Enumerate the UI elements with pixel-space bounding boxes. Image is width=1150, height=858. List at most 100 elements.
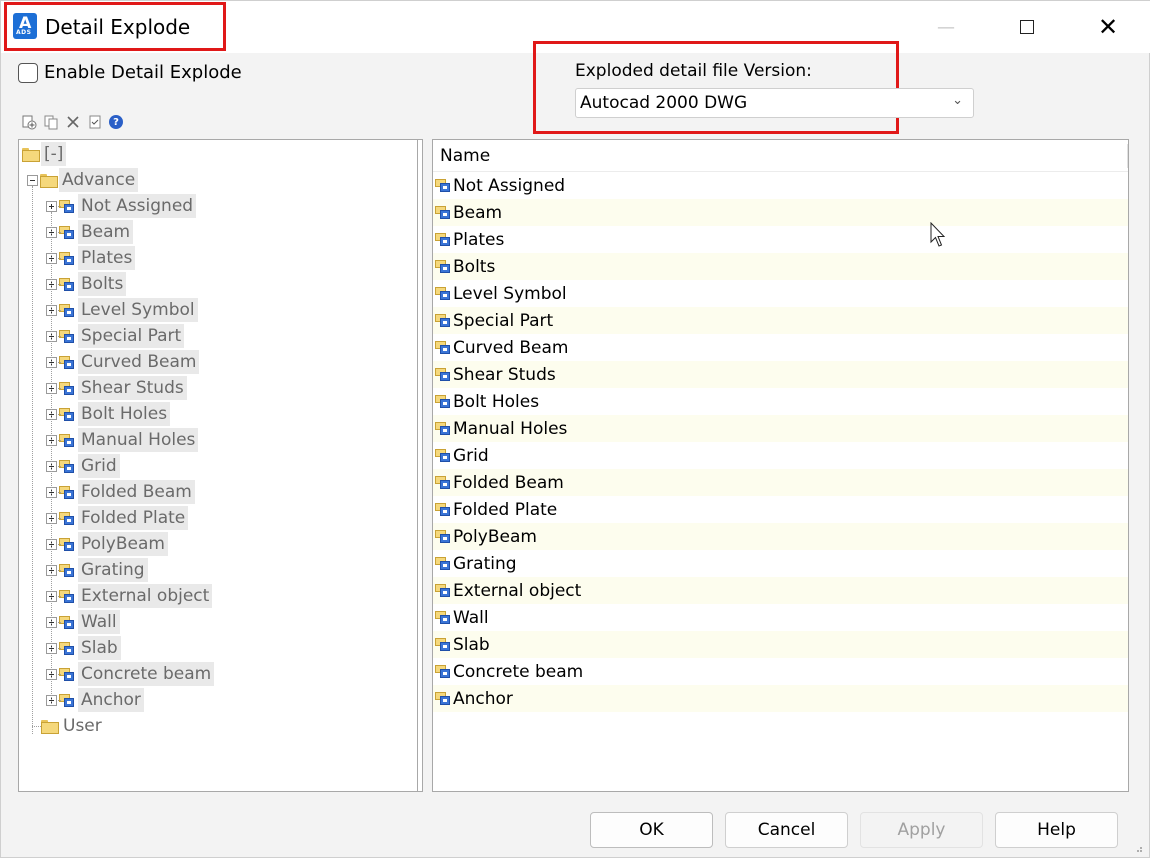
tree-node-item[interactable]: Folded Plate <box>46 506 189 530</box>
app-icon: A ADS <box>13 13 37 39</box>
list-item[interactable]: Plates <box>433 226 1128 253</box>
list-item[interactable]: Anchor <box>433 685 1128 712</box>
maximize-icon <box>1020 20 1034 34</box>
collapse-icon[interactable] <box>27 174 38 186</box>
detail-type-icon <box>59 667 75 682</box>
tree-node-item[interactable]: Bolt Holes <box>46 402 171 426</box>
list-item[interactable]: Shear Studs <box>433 361 1128 388</box>
tree-node-item[interactable]: Concrete beam <box>46 662 215 686</box>
tree-connector <box>58 362 61 363</box>
list-item[interactable]: Manual Holes <box>433 415 1128 442</box>
category-tree[interactable]: [-] Advance Not Assigned Beam Plates Bolts Lev… <box>18 139 423 792</box>
tree-connector <box>58 518 61 519</box>
list-item-label: Shear Studs <box>453 364 556 385</box>
list-item-label: Special Part <box>453 310 554 331</box>
tree-node-item[interactable]: Curved Beam <box>46 350 200 374</box>
list-item-label: Slab <box>453 634 490 655</box>
cancel-button[interactable]: Cancel <box>725 812 848 848</box>
help-button[interactable]: Help <box>995 812 1118 848</box>
tree-connector <box>58 388 61 389</box>
detail-type-icon <box>435 421 451 436</box>
enable-detail-explode-checkbox[interactable] <box>18 62 38 83</box>
apply-button[interactable]: Apply <box>860 812 983 848</box>
list-item[interactable]: Slab <box>433 631 1128 658</box>
copy-icon[interactable] <box>43 114 59 130</box>
delete-icon[interactable] <box>65 114 81 130</box>
list-item-label: PolyBeam <box>453 526 537 547</box>
detail-type-icon <box>435 583 451 598</box>
tree-node-root[interactable]: [-] <box>22 142 67 166</box>
detail-type-icon <box>59 407 75 422</box>
tree-node-item[interactable]: Folded Beam <box>46 480 195 504</box>
detail-type-icon <box>435 664 451 679</box>
detail-type-icon <box>435 367 451 382</box>
list-item[interactable]: Bolts <box>433 253 1128 280</box>
column-header-name[interactable]: Name <box>433 140 1128 172</box>
detail-type-icon <box>435 691 451 706</box>
list-item[interactable]: Beam <box>433 199 1128 226</box>
title-bar: A ADS Detail Explode — ✕ <box>1 1 1150 53</box>
tree-node-item[interactable]: Shear Studs <box>46 376 187 400</box>
window-title: Detail Explode <box>45 15 191 39</box>
close-button[interactable]: ✕ <box>1085 1 1131 53</box>
enable-detail-explode-row[interactable]: Enable Detail Explode <box>18 62 242 83</box>
minimize-icon: — <box>937 16 955 38</box>
tree-node-item[interactable]: Not Assigned <box>46 194 197 218</box>
list-item[interactable]: Bolt Holes <box>433 388 1128 415</box>
tree-node-label: [-] <box>41 142 67 166</box>
tree-node-item[interactable]: PolyBeam <box>46 532 168 556</box>
close-icon: ✕ <box>1097 13 1119 41</box>
list-item-label: Concrete beam <box>453 661 584 682</box>
maximize-button[interactable] <box>1004 1 1050 53</box>
list-item[interactable]: Folded Beam <box>433 469 1128 496</box>
ok-button[interactable]: OK <box>590 812 713 848</box>
list-item[interactable]: Curved Beam <box>433 334 1128 361</box>
detail-type-icon <box>435 232 451 247</box>
tree-node-item[interactable]: Special Part <box>46 324 185 348</box>
list-item[interactable]: Concrete beam <box>433 658 1128 685</box>
tree-node-item[interactable]: Level Symbol <box>46 298 198 322</box>
tree-node-label: PolyBeam <box>78 532 168 556</box>
tree-node-item[interactable]: External object <box>46 584 213 608</box>
detail-type-icon <box>59 329 75 344</box>
detail-type-icon <box>435 259 451 274</box>
list-item[interactable]: Folded Plate <box>433 496 1128 523</box>
list-item[interactable]: Not Assigned <box>433 172 1128 199</box>
list-item[interactable]: Level Symbol <box>433 280 1128 307</box>
tree-node-user[interactable]: User <box>41 714 105 738</box>
tree-node-label: Manual Holes <box>78 428 199 452</box>
tree-node-label: Concrete beam <box>78 662 215 686</box>
list-item[interactable]: Special Part <box>433 307 1128 334</box>
detail-type-icon <box>59 381 75 396</box>
version-select[interactable]: Autocad 2000 DWG ⌄ <box>575 88 974 118</box>
list-item-label: Bolt Holes <box>453 391 540 412</box>
list-item-label: Not Assigned <box>453 175 566 196</box>
tree-node-label: Beam <box>78 220 134 244</box>
tree-node-item[interactable]: Manual Holes <box>46 428 199 452</box>
detail-type-icon <box>435 448 451 463</box>
check-icon[interactable] <box>87 114 103 130</box>
expand-icon[interactable] <box>46 200 57 212</box>
tree-node-label: Grid <box>78 454 120 478</box>
tree-connector <box>58 284 61 285</box>
list-item[interactable]: External object <box>433 577 1128 604</box>
list-item[interactable]: Grating <box>433 550 1128 577</box>
detail-type-icon <box>59 693 75 708</box>
resize-grip-icon[interactable] <box>1133 843 1143 853</box>
tree-connector <box>58 258 61 259</box>
column-header-name-label: Name <box>440 146 491 166</box>
tree-node-item[interactable]: Grating <box>46 558 148 582</box>
detail-type-icon <box>435 394 451 409</box>
list-item[interactable]: PolyBeam <box>433 523 1128 550</box>
tree-node-advance[interactable]: Advance <box>27 168 139 192</box>
tree-node-label: Bolt Holes <box>78 402 171 426</box>
category-list[interactable]: Name Not Assigned Beam Plates Bolts Level Sy… <box>432 139 1129 792</box>
minimize-button[interactable]: — <box>923 1 969 53</box>
new-icon[interactable] <box>21 114 37 130</box>
list-item[interactable]: Grid <box>433 442 1128 469</box>
tree-connector <box>58 466 61 467</box>
list-item-label: Plates <box>453 229 505 250</box>
detail-type-icon <box>59 251 75 266</box>
help-icon[interactable]: ? <box>109 115 123 129</box>
list-item[interactable]: Wall <box>433 604 1128 631</box>
